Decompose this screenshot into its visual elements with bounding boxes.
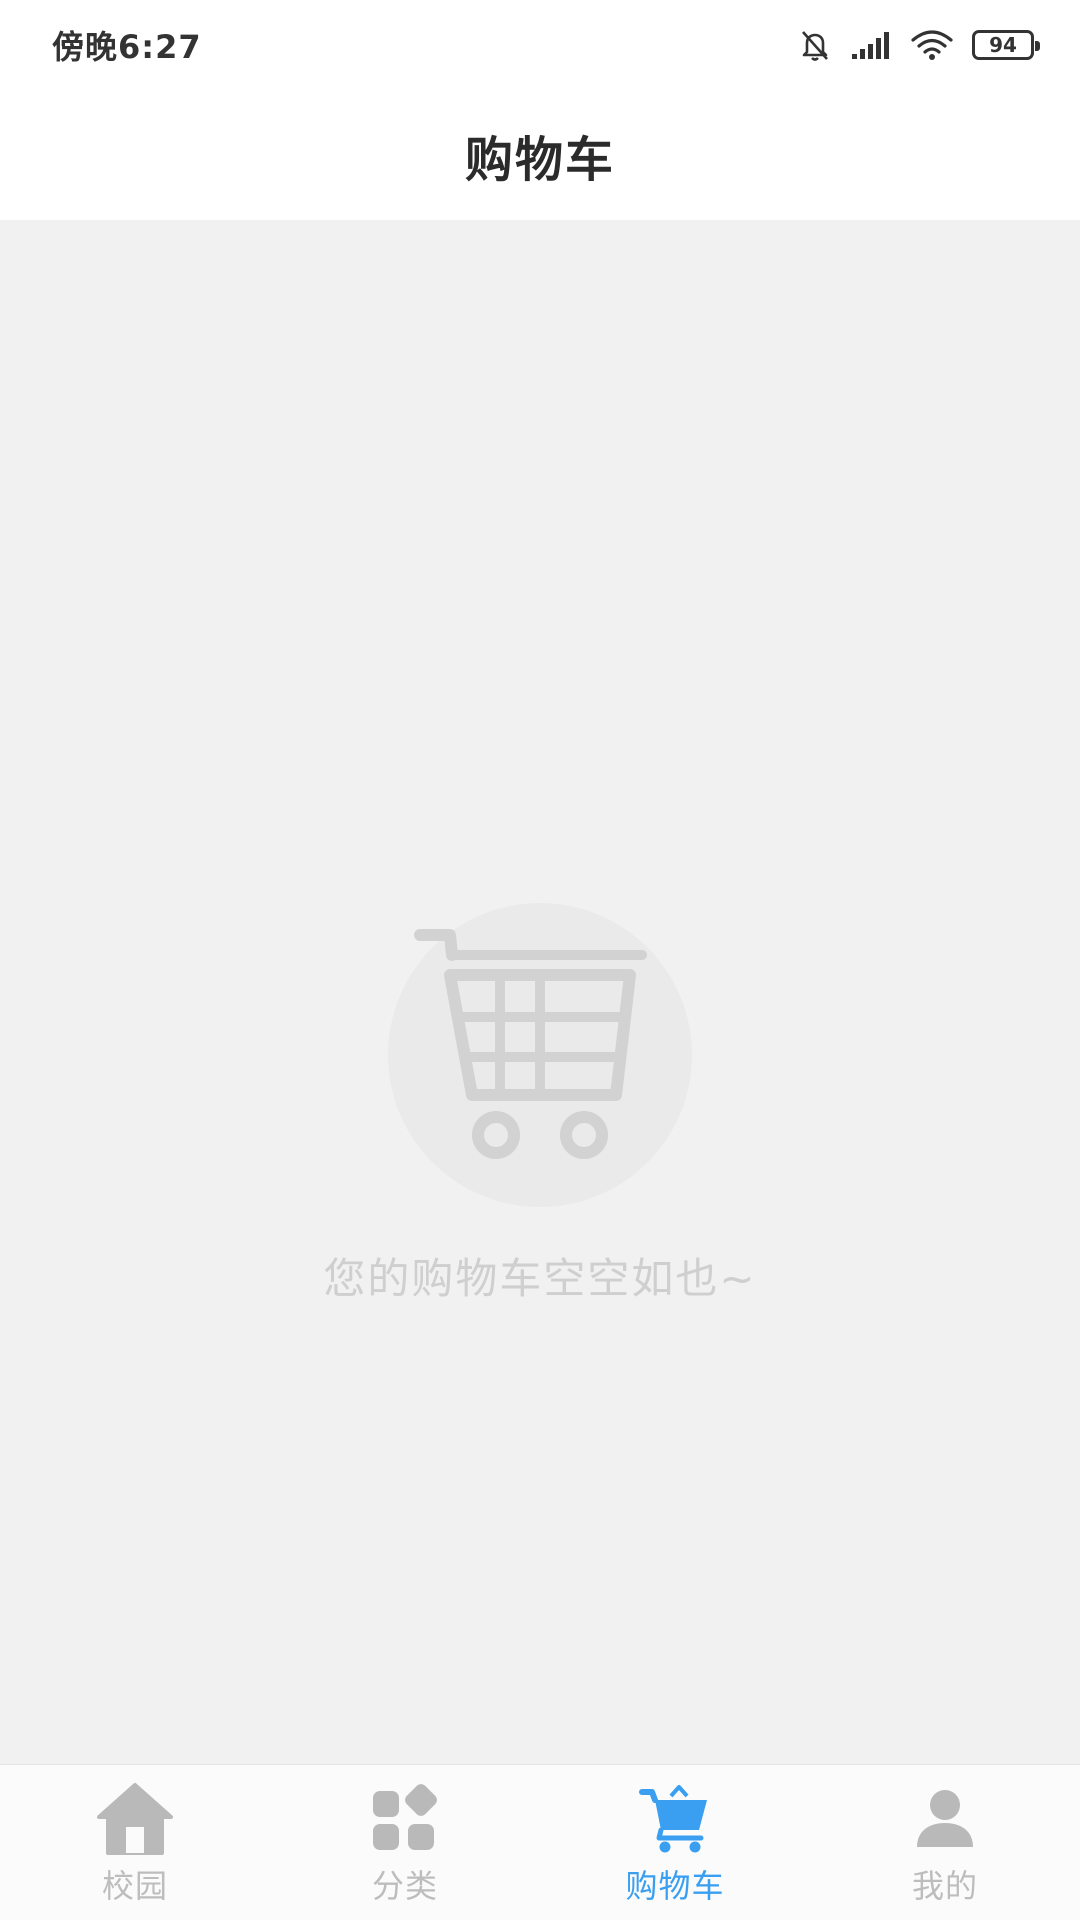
nav-label-cart: 购物车 bbox=[625, 1867, 725, 1905]
home-icon bbox=[95, 1779, 175, 1859]
nav-item-mine[interactable]: 我的 bbox=[810, 1765, 1080, 1920]
wifi-icon bbox=[910, 29, 954, 61]
battery-icon: 94 bbox=[972, 30, 1040, 60]
status-bar: 傍晚6:27 94 bbox=[0, 0, 1080, 90]
nav-label-category: 分类 bbox=[371, 1867, 438, 1905]
nav-item-campus[interactable]: 校园 bbox=[0, 1765, 270, 1920]
nav-label-campus: 校园 bbox=[101, 1867, 168, 1905]
bell-muted-icon bbox=[798, 28, 832, 62]
empty-cart-message: 您的购物车空空如也~ bbox=[323, 1254, 757, 1303]
category-icon bbox=[365, 1779, 445, 1859]
battery-level: 94 bbox=[989, 33, 1017, 57]
bottom-nav: 校园 分类 购物车 我的 bbox=[0, 1764, 1080, 1920]
nav-label-mine: 我的 bbox=[911, 1867, 978, 1905]
empty-cart-state: 您的购物车空空如也~ bbox=[0, 220, 1080, 1764]
nav-item-category[interactable]: 分类 bbox=[270, 1765, 540, 1920]
nav-item-cart[interactable]: 购物车 bbox=[540, 1765, 810, 1920]
page-title: 购物车 bbox=[464, 132, 615, 188]
cart-icon bbox=[635, 1779, 715, 1859]
cart-screen: 傍晚6:27 94 购物车 您的购物车空空如也~ 校园 分类 购物车 我的 bbox=[0, 0, 1080, 1920]
user-icon bbox=[905, 1779, 985, 1859]
signal-icon bbox=[850, 30, 892, 60]
status-time: 傍晚6:27 bbox=[52, 28, 202, 66]
empty-cart-icon bbox=[380, 895, 700, 1215]
header: 购物车 bbox=[0, 90, 1080, 220]
status-icons: 94 bbox=[798, 28, 1040, 62]
